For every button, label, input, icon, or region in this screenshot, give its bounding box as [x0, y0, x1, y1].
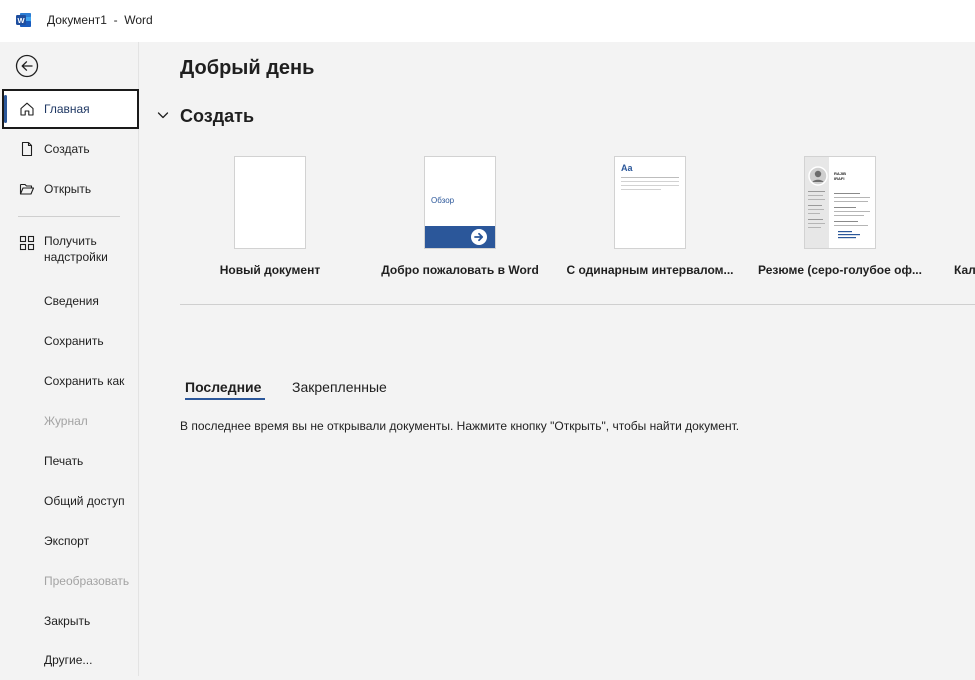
- back-arrow-icon: [15, 54, 39, 78]
- sidebar-item-export[interactable]: Экспорт: [2, 521, 139, 561]
- template-label: Резюме (серо-голубое оф...: [758, 263, 922, 277]
- new-document-icon: [21, 141, 33, 157]
- sidebar-item-history: Журнал: [2, 401, 139, 441]
- svg-text:W: W: [17, 16, 25, 25]
- sidebar-item-label: Другие...: [44, 653, 93, 667]
- template-label: С одинарным интервалом...: [566, 263, 734, 277]
- sidebar-item-close[interactable]: Закрыть: [2, 601, 139, 641]
- tab-recent[interactable]: Последние: [185, 379, 261, 395]
- template-thumb-text: RAJIB IRAFI: [834, 171, 847, 181]
- sidebar-item-label: Сведения: [44, 294, 99, 308]
- template-calendar-partial[interactable]: Кал: [940, 156, 975, 286]
- sidebar-item-label: Сохранить как: [44, 374, 125, 388]
- template-thumbnail: RAJIB IRAFI: [804, 156, 876, 249]
- title-bar: W Документ1 - Word: [0, 0, 975, 42]
- sidebar-item-label: Закрыть: [44, 614, 91, 628]
- template-thumbnail: Aa: [614, 156, 686, 249]
- sidebar-item-new[interactable]: Создать: [2, 129, 139, 169]
- template-blank-document[interactable]: Новый документ: [180, 156, 360, 286]
- backstage-home: Добрый день Создать Новый документ Обзор…: [140, 42, 975, 676]
- template-welcome-to-word[interactable]: Обзор Добро пожаловать в Word: [370, 156, 550, 286]
- add-ins-grid-icon: [19, 235, 35, 251]
- sidebar-item-save-as[interactable]: Сохранить как: [2, 361, 139, 401]
- sidebar-item-label: Преобразовать: [44, 574, 130, 588]
- template-label: Добро пожаловать в Word: [381, 263, 539, 277]
- sidebar-item-print[interactable]: Печать: [2, 441, 139, 481]
- section-divider: [180, 304, 975, 305]
- sidebar-item-label: Главная: [44, 102, 90, 116]
- resume-photo-icon: [808, 166, 828, 186]
- sidebar-item-save[interactable]: Сохранить: [2, 321, 139, 361]
- sidebar-item-more[interactable]: Другие...: [2, 640, 139, 680]
- template-thumbnail: [234, 156, 306, 249]
- template-thumb-text: Обзор: [431, 196, 455, 205]
- chevron-down-icon[interactable]: [156, 108, 170, 122]
- template-label: Новый документ: [219, 263, 321, 277]
- resume-text-lines-graphic: [808, 191, 870, 239]
- word-logo-icon: W: [16, 13, 31, 27]
- sidebar-item-label: Создать: [44, 142, 90, 156]
- sidebar-item-label: Журнал: [44, 414, 88, 428]
- greeting-heading: Добрый день: [180, 57, 315, 79]
- sidebar-item-transform: Преобразовать: [2, 561, 139, 601]
- create-section-title: Создать: [180, 106, 255, 126]
- tab-pinned[interactable]: Закрепленные: [292, 379, 387, 395]
- sidebar-item-label: Сохранить: [44, 334, 104, 348]
- sidebar-item-label: Экспорт: [44, 534, 90, 548]
- template-thumb-text: Aa: [621, 163, 633, 173]
- template-resume[interactable]: RAJIB IRAFI Резюме (серо-голубое оф...: [750, 156, 930, 286]
- arrow-right-icon: [471, 229, 487, 245]
- sidebar-item-info[interactable]: Сведения: [2, 281, 139, 321]
- sidebar-item-home[interactable]: Главная: [2, 89, 139, 129]
- sidebar-item-label: Печать: [44, 454, 84, 468]
- sidebar-item-label: Открыть: [44, 182, 92, 196]
- sidebar-item-get-add-ins[interactable]: Получить надстройки: [2, 228, 139, 268]
- active-tab-indicator: [185, 398, 265, 400]
- sidebar-item-open[interactable]: Открыть: [2, 169, 139, 209]
- sidebar-item-share[interactable]: Общий доступ: [2, 481, 139, 521]
- recent-empty-message: В последнее время вы не открывали докуме…: [180, 419, 740, 433]
- backstage-sidebar: Главная Создать Открыть Получить надстро…: [0, 42, 139, 676]
- sidebar-item-label: Общий доступ: [44, 494, 125, 508]
- folder-open-icon: [19, 183, 35, 195]
- template-label: Кал: [954, 263, 975, 277]
- template-thumbnail: Обзор: [424, 156, 496, 249]
- text-lines-graphic: [621, 177, 679, 190]
- back-button[interactable]: [14, 53, 40, 79]
- template-single-spaced[interactable]: Aa С одинарным интервалом...: [560, 156, 740, 286]
- home-icon: [20, 102, 34, 116]
- sidebar-divider: [18, 216, 120, 217]
- sidebar-item-label: Получить надстройки: [44, 234, 108, 264]
- window-title: Документ1 - Word: [47, 13, 153, 27]
